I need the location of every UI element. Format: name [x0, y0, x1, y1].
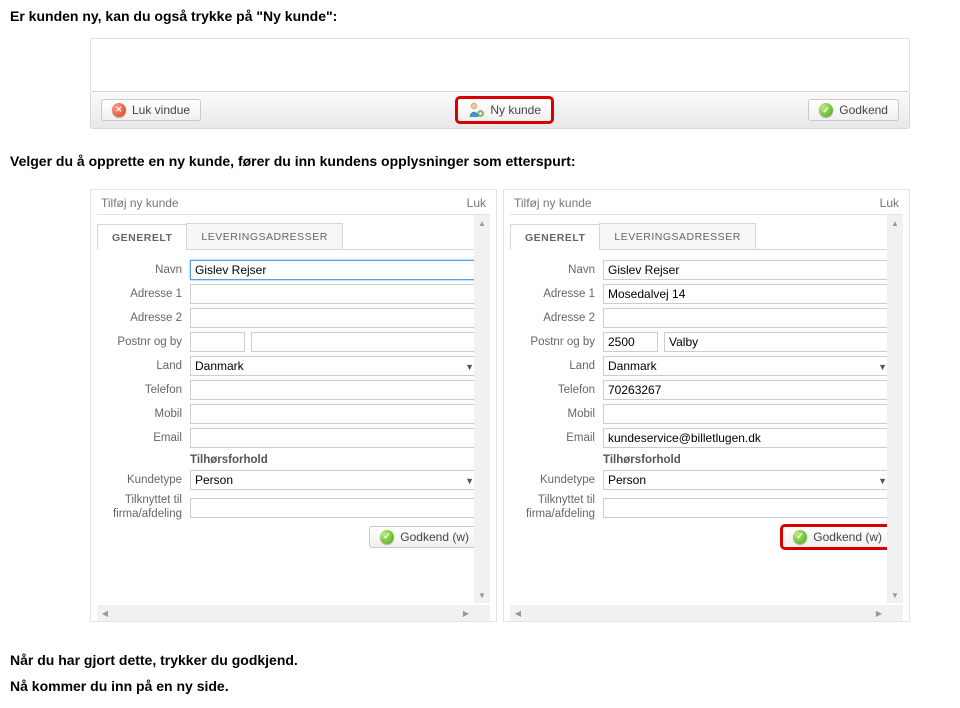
land-select[interactable] [603, 356, 893, 376]
scroll-right-icon[interactable]: ▶ [871, 605, 887, 621]
mobil-input[interactable] [603, 404, 893, 424]
scroll-up-icon[interactable]: ▲ [474, 215, 490, 231]
scroll-left-icon[interactable]: ◀ [97, 605, 113, 621]
toolbar-empty-box [90, 38, 910, 91]
approve-label: Godkend [839, 103, 888, 117]
scroll-corner [474, 605, 490, 621]
customer-form-left: Tilføj ny kunde Luk GENERELT LEVERINGSAD… [90, 189, 497, 622]
section-tilhors: Tilhørsforhold [190, 454, 490, 466]
scroll-down-icon[interactable]: ▼ [887, 587, 903, 603]
scroll-down-icon[interactable]: ▼ [474, 587, 490, 603]
label-mobil: Mobil [97, 408, 182, 420]
by-input[interactable] [251, 332, 480, 352]
telefon-input[interactable] [603, 380, 893, 400]
scroll-up-icon[interactable]: ▲ [887, 215, 903, 231]
label-adresse2: Adresse 2 [510, 312, 595, 324]
label-telefon: Telefon [510, 384, 595, 396]
land-select[interactable] [190, 356, 480, 376]
approve-icon [819, 103, 833, 117]
label-navn: Navn [97, 264, 182, 276]
label-kundetype: Kundetype [510, 474, 595, 486]
panel-title: Tilføj ny kunde [514, 196, 592, 210]
panel-close-link[interactable]: Luk [467, 196, 486, 210]
approve-w-label: Godkend (w) [813, 530, 882, 544]
label-mobil: Mobil [510, 408, 595, 420]
new-customer-button[interactable]: Ny kunde [457, 98, 552, 122]
approve-w-button[interactable]: Godkend (w) [782, 526, 893, 548]
label-postnr: Postnr og by [510, 336, 595, 348]
user-add-icon [468, 102, 484, 118]
label-telefon: Telefon [97, 384, 182, 396]
approve-button[interactable]: Godkend [808, 99, 899, 121]
tab-general[interactable]: GENERELT [97, 224, 187, 250]
section-tilhors: Tilhørsforhold [603, 454, 903, 466]
doc-outro1: Når du har gjort dette, trykker du godkj… [10, 622, 950, 674]
mobil-input[interactable] [190, 404, 480, 424]
label-navn: Navn [510, 264, 595, 276]
scrollbar-horizontal[interactable]: ◀▶ [97, 605, 474, 621]
label-kundetype: Kundetype [97, 474, 182, 486]
panel-close-link[interactable]: Luk [880, 196, 899, 210]
label-tilknyttet: Tilknyttet til firma/afdeling [510, 494, 595, 522]
scrollbar-vertical[interactable]: ▲▼ [474, 215, 490, 603]
label-land: Land [97, 360, 182, 372]
doc-outro2: Nå kommer du inn på en ny side. [10, 674, 950, 708]
approve-icon [793, 530, 807, 544]
scrollbar-vertical[interactable]: ▲▼ [887, 215, 903, 603]
approve-w-button[interactable]: Godkend (w) [369, 526, 480, 548]
doc-mid-text: Velger du å opprette en ny kunde, fører … [10, 129, 950, 183]
label-tilknyttet: Tilknyttet til firma/afdeling [97, 494, 182, 522]
kundetype-select[interactable] [603, 470, 893, 490]
label-postnr: Postnr og by [97, 336, 182, 348]
label-adresse2: Adresse 2 [97, 312, 182, 324]
scrollbar-horizontal[interactable]: ◀▶ [510, 605, 887, 621]
scroll-right-icon[interactable]: ▶ [458, 605, 474, 621]
navn-input[interactable] [190, 260, 480, 280]
close-label: Luk vindue [132, 103, 190, 117]
tilknyttet-input[interactable] [603, 498, 893, 518]
adresse1-input[interactable] [603, 284, 893, 304]
postnr-input[interactable] [190, 332, 245, 352]
email-input[interactable] [603, 428, 893, 448]
navn-input[interactable] [603, 260, 893, 280]
scroll-corner [887, 605, 903, 621]
adresse1-input[interactable] [190, 284, 480, 304]
tab-general[interactable]: GENERELT [510, 224, 600, 250]
adresse2-input[interactable] [603, 308, 893, 328]
tab-delivery[interactable]: LEVERINGSADRESSER [599, 223, 755, 249]
customer-form-right: Tilføj ny kunde Luk GENERELT LEVERINGSAD… [503, 189, 910, 622]
by-input[interactable] [664, 332, 893, 352]
approve-icon [380, 530, 394, 544]
telefon-input[interactable] [190, 380, 480, 400]
kundetype-select[interactable] [190, 470, 480, 490]
label-adresse1: Adresse 1 [510, 288, 595, 300]
close-icon [112, 103, 126, 117]
label-email: Email [510, 432, 595, 444]
scroll-left-icon[interactable]: ◀ [510, 605, 526, 621]
label-email: Email [97, 432, 182, 444]
email-input[interactable] [190, 428, 480, 448]
close-window-button[interactable]: Luk vindue [101, 99, 201, 121]
action-toolbar: Luk vindue Ny kunde Godkend [90, 91, 910, 129]
label-adresse1: Adresse 1 [97, 288, 182, 300]
doc-intro: Er kunden ny, kan du også trykke på "Ny … [10, 0, 950, 38]
new-customer-label: Ny kunde [490, 103, 541, 117]
panel-title: Tilføj ny kunde [101, 196, 179, 210]
approve-w-label: Godkend (w) [400, 530, 469, 544]
adresse2-input[interactable] [190, 308, 480, 328]
tilknyttet-input[interactable] [190, 498, 480, 518]
label-land: Land [510, 360, 595, 372]
tab-delivery[interactable]: LEVERINGSADRESSER [186, 223, 342, 249]
postnr-input[interactable] [603, 332, 658, 352]
